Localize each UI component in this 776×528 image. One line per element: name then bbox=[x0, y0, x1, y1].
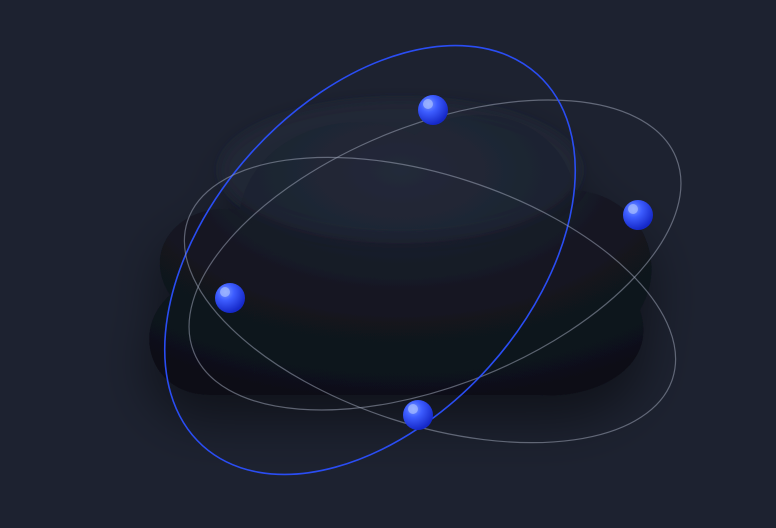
cloud-shape bbox=[149, 100, 651, 396]
node-left bbox=[215, 283, 245, 313]
node-bottom bbox=[403, 400, 433, 430]
node-right bbox=[623, 200, 653, 230]
cloud-network-illustration bbox=[0, 0, 776, 528]
node-top bbox=[418, 95, 448, 125]
